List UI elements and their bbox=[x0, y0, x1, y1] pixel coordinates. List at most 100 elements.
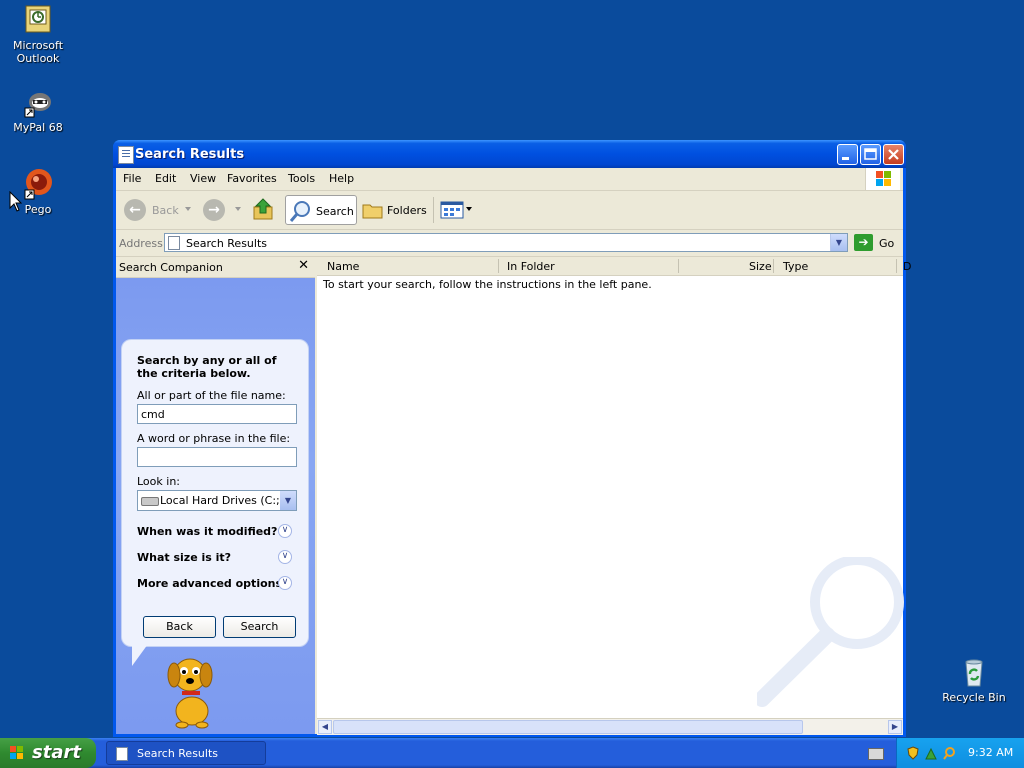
menu-bar: File Edit View Favorites Tools Help bbox=[116, 168, 903, 191]
expand-size-icon[interactable]: ∨ bbox=[278, 550, 292, 564]
column-date[interactable]: D bbox=[903, 260, 911, 273]
search-dog-icon bbox=[167, 658, 213, 729]
desktop-icon-outlook[interactable]: Microsoft Outlook bbox=[0, 4, 76, 65]
expand-modified-icon[interactable]: ∨ bbox=[278, 524, 292, 538]
search-companion-pane: Search Companion ✕ Search by any or all … bbox=[116, 257, 315, 734]
desktop-icon-label: Recycle Bin bbox=[942, 691, 1006, 704]
folders-button[interactable]: Folders bbox=[359, 195, 427, 225]
horizontal-scrollbar[interactable]: ◀ ▶ bbox=[317, 718, 903, 735]
address-dropdown-button[interactable]: ▼ bbox=[830, 234, 847, 251]
windows-logo-icon bbox=[865, 168, 900, 190]
column-divider[interactable] bbox=[773, 259, 774, 273]
column-in-folder[interactable]: In Folder bbox=[507, 260, 555, 273]
folders-icon bbox=[362, 204, 383, 219]
minimize-button[interactable] bbox=[837, 144, 858, 165]
menu-file[interactable]: File bbox=[123, 172, 141, 185]
phrase-input[interactable] bbox=[137, 447, 297, 467]
window-title: Search Results bbox=[135, 147, 245, 162]
desktop-icon-recycle-bin[interactable]: Recycle Bin bbox=[936, 656, 1012, 704]
criteria-heading: Search by any or all of the criteria bel… bbox=[137, 354, 277, 380]
menu-favorites[interactable]: Favorites bbox=[227, 172, 277, 185]
forward-button[interactable]: → bbox=[201, 195, 241, 225]
up-folder-icon bbox=[253, 198, 273, 220]
lookin-select[interactable]: Local Hard Drives (C:;E:) ▼ bbox=[137, 490, 297, 511]
menu-view[interactable]: View bbox=[190, 172, 216, 185]
minimize-icon bbox=[842, 157, 849, 160]
close-icon bbox=[888, 149, 899, 160]
network-icon[interactable] bbox=[925, 746, 937, 760]
close-pane-icon[interactable]: ✕ bbox=[298, 258, 309, 273]
views-dropdown-icon[interactable] bbox=[466, 207, 472, 211]
forward-arrow-icon: → bbox=[203, 199, 225, 221]
outlook-icon bbox=[22, 4, 54, 36]
recycle-bin-icon bbox=[958, 656, 990, 688]
search-results-page-icon bbox=[168, 236, 180, 250]
column-divider[interactable] bbox=[678, 259, 679, 273]
window-client-area: File Edit View Favorites Tools Help ← Ba… bbox=[116, 168, 911, 735]
go-arrow-icon[interactable]: ➔ bbox=[854, 234, 873, 251]
back-button[interactable]: ← Back bbox=[122, 195, 191, 225]
expand-advanced-icon[interactable]: ∨ bbox=[278, 576, 292, 590]
column-divider[interactable] bbox=[498, 259, 499, 273]
folders-label: Folders bbox=[387, 204, 427, 217]
balloon-tail bbox=[132, 644, 148, 666]
menu-tools[interactable]: Tools bbox=[288, 172, 315, 185]
scroll-left-icon[interactable]: ◀ bbox=[318, 720, 332, 734]
window-titlebar[interactable]: Search Results bbox=[113, 140, 906, 168]
address-field[interactable]: Search Results ▼ bbox=[164, 233, 848, 252]
column-size[interactable]: Size bbox=[749, 260, 772, 273]
search-toolbar-label: Search bbox=[316, 205, 354, 218]
search-results-task-icon bbox=[116, 747, 128, 761]
scroll-right-icon[interactable]: ▶ bbox=[888, 720, 902, 734]
standard-toolbar: ← Back → Search Folders bbox=[116, 191, 903, 230]
pego-icon bbox=[22, 168, 54, 200]
close-button[interactable] bbox=[883, 144, 904, 165]
forward-dropdown-icon[interactable] bbox=[235, 207, 241, 211]
windows-flag-icon bbox=[10, 746, 23, 759]
column-type[interactable]: Type bbox=[783, 260, 808, 273]
back-dropdown-icon[interactable] bbox=[185, 207, 191, 211]
mouse-cursor-icon bbox=[9, 191, 23, 212]
up-folder-button[interactable] bbox=[251, 195, 277, 225]
option-advanced[interactable]: More advanced options bbox=[137, 577, 282, 590]
search-companion-header: Search Companion ✕ bbox=[116, 257, 315, 278]
search-companion-body: Search by any or all of the criteria bel… bbox=[116, 278, 315, 734]
magnifier-icon bbox=[289, 201, 310, 222]
menu-help[interactable]: Help bbox=[329, 172, 354, 185]
search-toolbar-button[interactable]: Search bbox=[285, 195, 357, 225]
option-size[interactable]: What size is it? bbox=[137, 551, 231, 564]
go-button[interactable]: Go bbox=[879, 237, 894, 250]
lookin-value: Local Hard Drives (C:;E:) bbox=[160, 494, 295, 507]
address-value: Search Results bbox=[186, 237, 268, 250]
desktop-icon-label: MyPal 68 bbox=[13, 121, 63, 134]
search-results-window: Search Results File Edit View Favorites … bbox=[113, 140, 911, 737]
column-divider[interactable] bbox=[896, 259, 897, 273]
toolbar-separator bbox=[433, 197, 434, 223]
mypal-icon bbox=[22, 86, 54, 118]
back-criteria-button[interactable]: Back bbox=[143, 616, 216, 638]
column-name[interactable]: Name bbox=[327, 260, 359, 273]
address-label: Address bbox=[119, 237, 163, 250]
back-arrow-icon: ← bbox=[124, 199, 146, 221]
taskbar: start Search Results 9:32 AM bbox=[0, 738, 1024, 768]
chevron-down-icon[interactable]: ▼ bbox=[280, 491, 296, 510]
phrase-label: A word or phrase in the file: bbox=[137, 432, 291, 445]
security-shield-icon[interactable] bbox=[907, 746, 919, 760]
results-column-header: Name In Folder Size Type D bbox=[317, 257, 911, 276]
option-modified[interactable]: When was it modified? bbox=[137, 525, 277, 538]
maximize-button[interactable] bbox=[860, 144, 881, 165]
search-results-document-icon bbox=[118, 146, 134, 164]
views-button[interactable] bbox=[438, 195, 472, 225]
back-label: Back bbox=[152, 204, 179, 217]
search-tray-icon[interactable] bbox=[943, 746, 955, 760]
scroll-thumb[interactable] bbox=[333, 720, 803, 734]
menu-edit[interactable]: Edit bbox=[155, 172, 176, 185]
start-button[interactable]: start bbox=[0, 738, 96, 768]
keyboard-icon[interactable] bbox=[868, 748, 884, 760]
search-criteria-balloon: Search by any or all of the criteria bel… bbox=[121, 339, 309, 647]
results-pane: Name In Folder Size Type D To start your… bbox=[317, 257, 911, 735]
taskbar-item-search-results[interactable]: Search Results bbox=[106, 741, 266, 765]
filename-input[interactable]: cmd bbox=[137, 404, 297, 424]
search-button[interactable]: Search bbox=[223, 616, 296, 638]
desktop-icon-mypal[interactable]: MyPal 68 bbox=[0, 86, 76, 134]
